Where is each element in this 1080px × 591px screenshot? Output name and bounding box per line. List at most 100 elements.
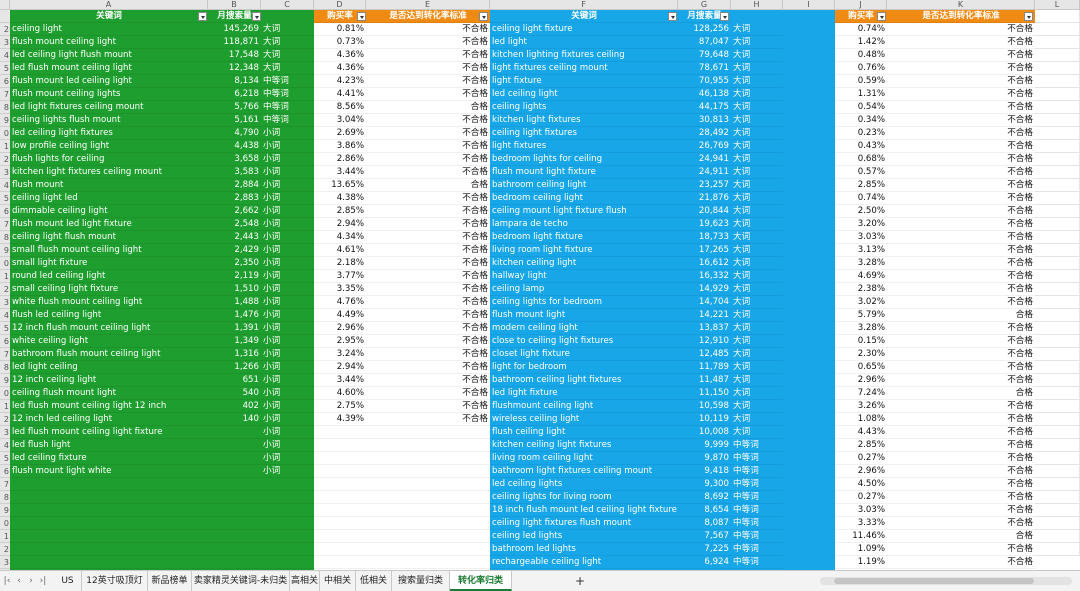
keyword-cell[interactable]: led flush light [10, 439, 208, 452]
size-tag-cell[interactable]: 小词 [261, 439, 314, 452]
first-sheet-icon[interactable]: |‹ [2, 575, 12, 587]
keyword-cell[interactable]: ceiling light [10, 23, 208, 36]
size-tag-cell[interactable]: 中等词 [261, 114, 314, 127]
standard-cell[interactable]: 不合格 [887, 426, 1035, 439]
standard-cell[interactable]: 不合格 [887, 218, 1035, 231]
grid-cell[interactable] [1035, 283, 1080, 296]
standard-cell[interactable]: 合格 [887, 530, 1035, 543]
sheet-tab[interactable]: 低相关 [356, 571, 392, 591]
volume-cell[interactable]: 16,612 [678, 257, 731, 270]
filter-dropdown-icon[interactable] [1024, 12, 1033, 21]
size-tag-cell[interactable]: 中等词 [731, 465, 783, 478]
volume-cell[interactable]: 16,332 [678, 270, 731, 283]
keyword-cell[interactable]: hallway light [490, 270, 678, 283]
buy-rate-cell[interactable] [314, 517, 366, 530]
volume-cell[interactable]: 7,567 [678, 530, 731, 543]
standard-cell[interactable]: 合格 [366, 101, 490, 114]
buy-rate-cell[interactable]: 0.65% [835, 361, 887, 374]
row-number[interactable]: 6 [0, 335, 10, 348]
buy-rate-cell[interactable]: 2.69% [314, 127, 366, 140]
row-number[interactable]: 3 [0, 556, 10, 569]
volume-cell[interactable]: 21,876 [678, 192, 731, 205]
standard-cell[interactable]: 不合格 [887, 361, 1035, 374]
row-number[interactable]: 9 [0, 244, 10, 257]
standard-cell[interactable]: 不合格 [887, 465, 1035, 478]
volume-cell[interactable]: 44,175 [678, 101, 731, 114]
standard-cell[interactable]: 不合格 [366, 374, 490, 387]
prev-sheet-icon[interactable]: ‹ [14, 575, 24, 587]
standard-cell[interactable]: 不合格 [887, 36, 1035, 49]
filter-dropdown-icon[interactable] [479, 12, 488, 21]
volume-cell[interactable] [208, 517, 261, 530]
size-tag-cell[interactable]: 大词 [731, 387, 783, 400]
keyword-cell[interactable]: flushmount ceiling light [490, 400, 678, 413]
keyword-cell[interactable]: led light fixture [490, 387, 678, 400]
buy-rate-cell[interactable]: 1.31% [835, 88, 887, 101]
size-tag-cell[interactable] [261, 491, 314, 504]
size-tag-cell[interactable]: 大词 [731, 309, 783, 322]
keyword-cell[interactable]: ceiling light fixtures flush mount [490, 517, 678, 530]
buy-rate-cell[interactable]: 0.73% [314, 36, 366, 49]
standard-cell[interactable]: 不合格 [887, 296, 1035, 309]
standard-cell[interactable] [366, 465, 490, 478]
standard-cell[interactable]: 不合格 [887, 452, 1035, 465]
keyword-cell[interactable]: kitchen lighting fixtures ceiling [490, 49, 678, 62]
grid-cell[interactable] [1035, 296, 1080, 309]
volume-cell[interactable]: 651 [208, 374, 261, 387]
keyword-cell[interactable]: living room light fixture [490, 244, 678, 257]
standard-cell[interactable]: 不合格 [887, 75, 1035, 88]
row-number[interactable]: 3 [0, 36, 10, 49]
grid-cell[interactable] [1035, 218, 1080, 231]
keyword-cell[interactable] [10, 543, 208, 556]
size-tag-cell[interactable]: 小词 [261, 127, 314, 140]
size-tag-cell[interactable]: 中等词 [731, 504, 783, 517]
sheet-tab[interactable]: 转化率归类 [450, 571, 512, 591]
size-tag-cell[interactable]: 中等词 [261, 101, 314, 114]
keyword-cell[interactable]: small ceiling light fixture [10, 283, 208, 296]
buy-rate-cell[interactable]: 3.77% [314, 270, 366, 283]
row-number[interactable]: 4 [0, 49, 10, 62]
buy-rate-cell[interactable]: 0.23% [835, 127, 887, 140]
size-tag-cell[interactable]: 中等词 [731, 491, 783, 504]
volume-cell[interactable]: 11,487 [678, 374, 731, 387]
volume-cell[interactable]: 1,488 [208, 296, 261, 309]
keyword-cell[interactable]: modern ceiling light [490, 322, 678, 335]
buy-rate-cell[interactable]: 0.27% [835, 491, 887, 504]
size-tag-cell[interactable]: 大词 [731, 348, 783, 361]
row-number[interactable]: 4 [0, 309, 10, 322]
add-sheet-button[interactable]: + [572, 571, 588, 591]
column-header[interactable]: L [1035, 0, 1080, 10]
buy-rate-cell[interactable]: 3.28% [835, 322, 887, 335]
standard-cell[interactable]: 不合格 [887, 439, 1035, 452]
keyword-cell[interactable]: bedroom lights for ceiling [490, 153, 678, 166]
keyword-cell[interactable]: ceiling light fixture [490, 23, 678, 36]
keyword-cell[interactable]: light fixtures [490, 140, 678, 153]
standard-cell[interactable] [366, 530, 490, 543]
buy-rate-cell[interactable]: 3.20% [835, 218, 887, 231]
grid-cell[interactable] [1035, 478, 1080, 491]
standard-cell[interactable] [366, 439, 490, 452]
buy-rate-cell[interactable]: 3.02% [835, 296, 887, 309]
row-number[interactable]: 0 [0, 387, 10, 400]
standard-cell[interactable]: 不合格 [887, 166, 1035, 179]
standard-cell[interactable]: 不合格 [887, 556, 1035, 569]
buy-rate-cell[interactable]: 7.24% [835, 387, 887, 400]
standard-cell[interactable] [366, 556, 490, 569]
volume-cell[interactable]: 4,790 [208, 127, 261, 140]
keyword-cell[interactable]: kitchen light fixtures ceiling mount [10, 166, 208, 179]
volume-cell[interactable]: 9,999 [678, 439, 731, 452]
grid-cell[interactable] [1035, 452, 1080, 465]
last-sheet-icon[interactable]: ›| [38, 575, 48, 587]
size-tag-cell[interactable]: 小词 [261, 361, 314, 374]
buy-rate-cell[interactable] [314, 439, 366, 452]
keyword-cell[interactable]: wireless ceiling light [490, 413, 678, 426]
keyword-cell[interactable]: bathroom led lights [490, 543, 678, 556]
keyword-cell[interactable] [10, 504, 208, 517]
volume-cell[interactable]: 128,256 [678, 23, 731, 36]
standard-cell[interactable] [366, 491, 490, 504]
keyword-cell[interactable]: bathroom ceiling light [490, 179, 678, 192]
column-header[interactable]: K [887, 0, 1035, 10]
header-left-standard[interactable]: 是否达到转化率标准 [366, 10, 490, 23]
standard-cell[interactable] [366, 426, 490, 439]
size-tag-cell[interactable]: 小词 [261, 257, 314, 270]
